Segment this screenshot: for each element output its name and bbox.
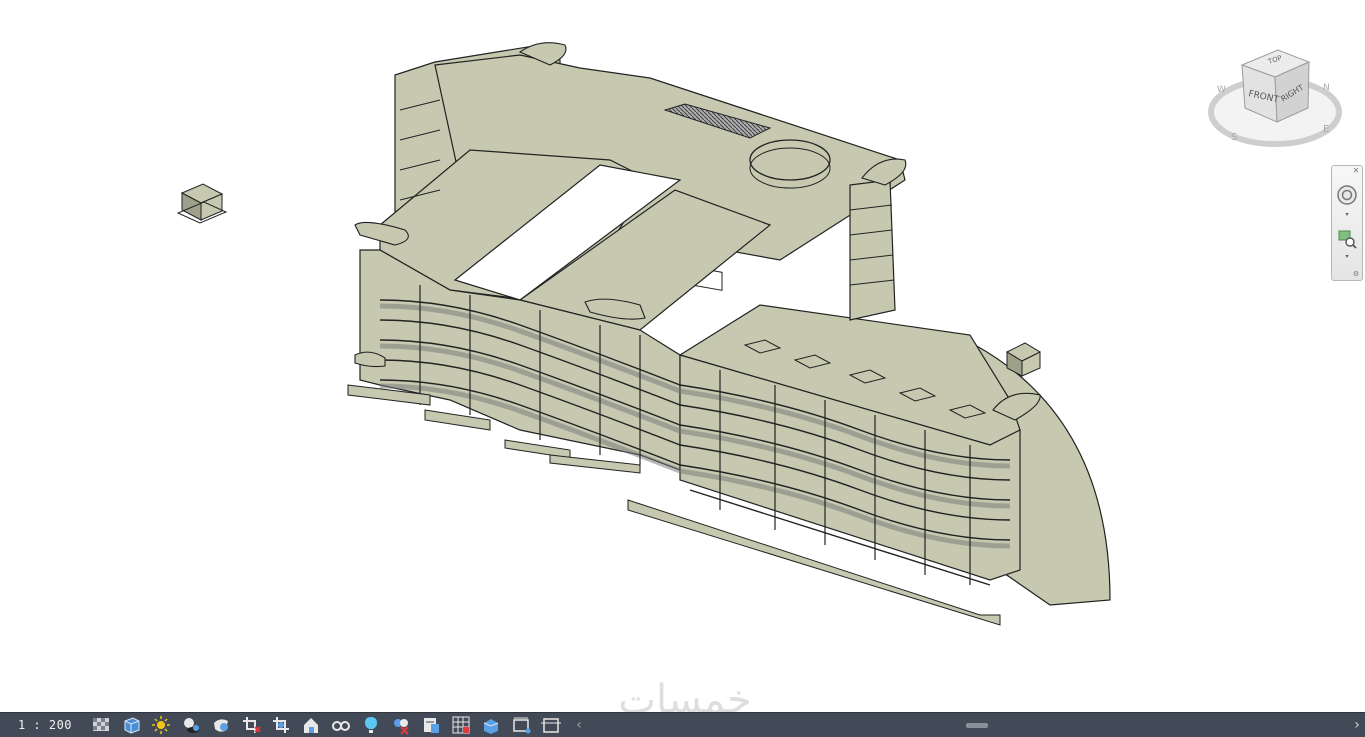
horizontal-scrollbar[interactable] (586, 715, 1349, 735)
isolated-element (176, 183, 228, 224)
section-box-icon[interactable] (540, 715, 562, 735)
reveal-hidden-icon[interactable] (360, 715, 382, 735)
compass-east: E (1323, 124, 1329, 135)
compass-west: W (1217, 85, 1226, 95)
steering-wheel-dropdown-icon[interactable]: ▾ (1343, 212, 1351, 218)
analytical-model-icon[interactable] (420, 715, 442, 735)
worksharing-display-icon[interactable] (510, 715, 532, 735)
plaza-element (1005, 342, 1042, 377)
close-navbar-icon[interactable]: ✕ (1352, 167, 1360, 175)
reveal-constraints-icon[interactable] (480, 715, 502, 735)
unlock-3d-view-icon[interactable] (300, 715, 322, 735)
visual-style-icon[interactable] (120, 715, 142, 735)
shadows-icon[interactable] (180, 715, 202, 735)
sun-path-icon[interactable] (150, 715, 172, 735)
3d-viewport[interactable]: TOP FRONT RIGHT N W S E ✕ ▾ ▾ ⚙ خمسات (0, 0, 1365, 723)
detail-level-icon[interactable] (90, 715, 112, 735)
temporary-view-properties-icon[interactable] (390, 715, 412, 735)
scroll-left-icon[interactable]: ‹ (572, 715, 586, 735)
zoom-region-icon[interactable] (1336, 228, 1358, 250)
highlight-displacement-icon[interactable] (450, 715, 472, 735)
scrollbar-thumb[interactable] (966, 723, 988, 728)
view-scale[interactable]: 1 : 200 (0, 718, 90, 732)
zoom-dropdown-icon[interactable]: ▾ (1343, 254, 1351, 260)
crop-region-icon[interactable] (270, 715, 292, 735)
viewcube[interactable]: TOP FRONT RIGHT N W S E (1205, 40, 1355, 155)
compass-south: S (1231, 132, 1237, 143)
building-3d-model[interactable] (0, 0, 1365, 712)
render-icon[interactable] (210, 715, 232, 735)
compass-north: N (1323, 83, 1330, 93)
scroll-right-icon[interactable]: › (1349, 715, 1365, 735)
navigation-bar: ✕ ▾ ▾ ⚙ (1331, 165, 1363, 281)
view-control-bar: 1 : 200 ‹ › (0, 712, 1365, 737)
crop-view-icon[interactable] (240, 715, 262, 735)
navbar-options-icon[interactable]: ⚙ (1352, 270, 1360, 278)
temporary-hide-icon[interactable] (330, 715, 352, 735)
steering-wheel-icon[interactable] (1336, 184, 1358, 206)
right-tower (849, 179, 896, 321)
roof-dome (749, 139, 831, 181)
